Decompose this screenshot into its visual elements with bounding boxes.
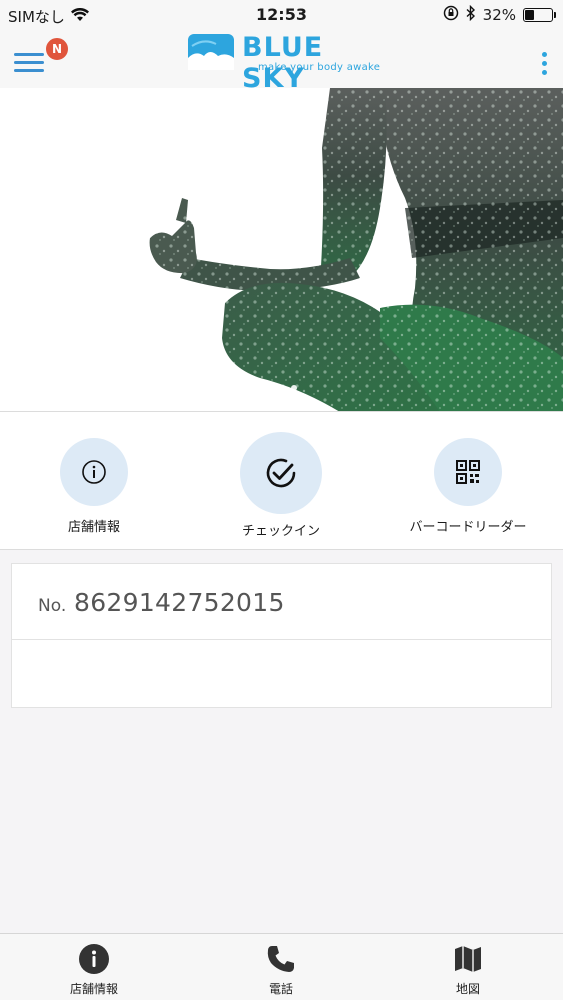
- tab-map-label: 地図: [455, 982, 480, 996]
- store-info-label: 店舗情報: [67, 520, 120, 535]
- brand-logo: BLUE SKY make your body awake: [186, 32, 386, 94]
- battery-level: [525, 10, 534, 20]
- dot: [542, 70, 547, 75]
- info-icon: [60, 438, 128, 506]
- barcode-reader-action[interactable]: バーコードリーダー: [378, 432, 558, 535]
- check-in-action[interactable]: チェックイン: [191, 432, 371, 539]
- member-number-row: No. 8629142752015: [12, 564, 551, 640]
- barcode-reader-label: バーコードリーダー: [409, 520, 527, 535]
- member-number-prefix: No.: [38, 596, 67, 616]
- dot: [542, 61, 547, 66]
- dot: [542, 52, 547, 57]
- cloud-logo-icon: [188, 34, 234, 70]
- hero-banner-image: [0, 88, 563, 412]
- tab-phone[interactable]: 電話: [221, 942, 341, 997]
- more-options-button[interactable]: [537, 50, 551, 78]
- map-icon: [408, 942, 528, 976]
- status-bar: SIMなし 12:53 32%: [0, 0, 563, 30]
- info-icon: [34, 942, 154, 976]
- quick-actions: 店舗情報 チェックイン バーコードリーダー: [0, 412, 563, 550]
- tab-phone-label: 電話: [268, 982, 293, 996]
- app-screen: SIMなし 12:53 32% N BLUE SKY make your bod…: [0, 0, 563, 1000]
- check-in-label: チェックイン: [241, 524, 320, 539]
- notification-badge[interactable]: N: [44, 36, 70, 62]
- battery-percent: 32%: [482, 6, 516, 24]
- app-header: N BLUE SKY make your body awake: [0, 30, 563, 94]
- hamburger-menu-button[interactable]: [14, 50, 46, 76]
- member-number: 8629142752015: [74, 588, 285, 617]
- menu-line: [14, 61, 44, 64]
- checkmark-icon: [240, 432, 322, 514]
- store-info-action[interactable]: 店舗情報: [4, 432, 184, 535]
- member-card: No. 8629142752015: [11, 563, 552, 708]
- tab-store-info[interactable]: 店舗情報: [34, 942, 154, 997]
- bluetooth-icon: [466, 4, 476, 25]
- battery-icon: [523, 8, 556, 22]
- phone-icon: [221, 942, 341, 976]
- menu-line: [14, 53, 44, 56]
- menu-line: [14, 69, 44, 72]
- rotation-lock-icon: [443, 5, 459, 25]
- status-right: 32%: [443, 4, 556, 25]
- qr-code-icon: [434, 438, 502, 506]
- tab-map[interactable]: 地図: [408, 942, 528, 997]
- bottom-tab-bar: 店舗情報 電話 地図: [0, 933, 563, 1000]
- logo-tagline: make your body awake: [258, 62, 381, 73]
- tab-store-info-label: 店舗情報: [69, 982, 118, 996]
